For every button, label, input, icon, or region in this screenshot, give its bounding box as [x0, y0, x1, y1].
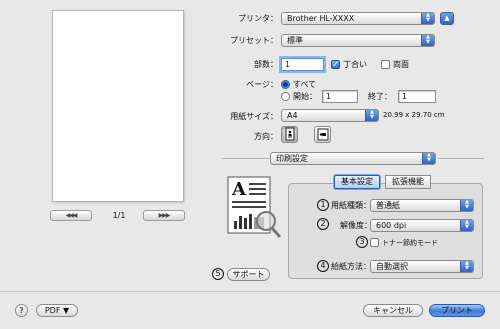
paper-source-label: 給紙方法：	[331, 262, 371, 271]
callout-number-4: 4	[317, 260, 329, 272]
copies-label: 部数：	[254, 60, 278, 69]
first-page-icon[interactable]: ◀◀	[66, 212, 74, 219]
callout-number-1: 1	[317, 199, 329, 211]
media-type-value: 普通紙	[376, 201, 400, 210]
orientation-label: 方向：	[254, 132, 278, 141]
copies-input[interactable]: 1	[281, 58, 324, 71]
popup-arrows-icon: ▲ ▼	[421, 35, 434, 46]
pages-from-label: 開始：	[293, 92, 317, 101]
duplex-checkbox[interactable]	[381, 60, 390, 69]
collate-label: 丁合い	[343, 60, 367, 69]
footer-divider	[0, 291, 500, 292]
svg-text:A: A	[231, 179, 247, 200]
resolution-value: 600 dpi	[376, 221, 407, 230]
portrait-button[interactable]	[281, 126, 298, 143]
duplex-label: 両面	[393, 60, 409, 69]
resolution-label: 解像度：	[340, 221, 372, 230]
pages-from-input[interactable]: 1	[322, 90, 358, 103]
paper-size-label: 用紙サイズ：	[230, 112, 278, 121]
paper-size-popup[interactable]: A4 ▲ ▼	[281, 109, 379, 122]
panel-popup[interactable]: 印刷設定 ▲ ▼	[270, 152, 436, 165]
preset-label: プリセット：	[230, 36, 278, 45]
toner-save-checkbox[interactable]	[370, 238, 379, 247]
popup-arrows-icon: ▲ ▼	[421, 13, 434, 24]
brother-printer-settings-icon: A	[226, 175, 284, 241]
callout-number-3: 3	[356, 236, 368, 248]
resolution-popup[interactable]: 600 dpi ▲ ▼	[370, 219, 474, 232]
prev-page-buttons[interactable]: ◀◀◀	[50, 210, 92, 221]
landscape-orientation-icon	[317, 128, 329, 141]
popup-arrows-icon: ▲ ▼	[422, 153, 435, 164]
pages-range-radio[interactable]	[281, 92, 290, 101]
printer-label: プリンタ：	[238, 14, 278, 23]
tab-advanced-settings[interactable]: 拡張機能	[385, 175, 431, 189]
support-button[interactable]: サポート	[227, 268, 270, 281]
print-preview-page	[52, 10, 184, 202]
popup-arrows-icon: ▲ ▼	[460, 220, 473, 231]
help-button[interactable]: ?	[15, 304, 28, 317]
section-divider	[222, 158, 270, 159]
printer-value: Brother HL-XXXX	[287, 14, 355, 23]
paper-size-value: A4	[287, 111, 298, 120]
collate-checkbox[interactable]: ✓	[331, 60, 340, 69]
disclosure-button[interactable]: ▲	[440, 12, 454, 25]
pages-all-label: すべて	[293, 80, 317, 89]
printer-popup[interactable]: Brother HL-XXXX ▲ ▼	[281, 12, 435, 25]
page-counter: 1/1	[112, 211, 126, 220]
tab-basic-settings[interactable]: 基本設定	[334, 175, 380, 189]
pages-label: ページ：	[246, 80, 278, 89]
media-type-popup[interactable]: 普通紙 ▲ ▼	[370, 199, 474, 212]
disclosure-triangle-icon: ▲	[444, 14, 450, 22]
media-type-label: 用紙種類：	[331, 201, 371, 210]
paper-source-value: 自動選択	[376, 262, 408, 271]
pdf-menu-button[interactable]: PDF ▼	[36, 304, 78, 317]
preset-popup[interactable]: 標準 ▲ ▼	[281, 34, 435, 47]
toner-save-label: トナー節約モード	[382, 239, 438, 247]
section-divider	[438, 158, 484, 159]
preset-value: 標準	[287, 36, 303, 45]
landscape-button[interactable]	[314, 126, 331, 143]
pages-all-radio[interactable]	[281, 80, 290, 89]
callout-number-5: 5	[212, 268, 224, 280]
popup-arrows-icon: ▲ ▼	[460, 261, 473, 272]
pages-to-label: 終了：	[368, 92, 392, 101]
paper-dimensions: 20.99 x 29.70 cm	[383, 111, 445, 119]
popup-arrows-icon: ▲ ▼	[365, 110, 378, 121]
next-page-buttons[interactable]: ▶▶▶	[143, 210, 185, 221]
last-page-icon[interactable]: ▶▶	[162, 212, 170, 219]
preview-pager: ◀◀◀ 1/1 ▶▶▶	[50, 210, 185, 222]
print-button[interactable]: プリント	[429, 304, 485, 317]
callout-number-2: 2	[317, 218, 329, 230]
pages-to-input[interactable]: 1	[398, 90, 436, 103]
portrait-orientation-icon	[285, 127, 295, 141]
panel-value: 印刷設定	[276, 154, 308, 163]
prev-page-icon[interactable]: ◀	[73, 212, 78, 219]
popup-arrows-icon: ▲ ▼	[460, 200, 473, 211]
paper-source-popup[interactable]: 自動選択 ▲ ▼	[370, 260, 474, 273]
cancel-button[interactable]: キャンセル	[363, 304, 423, 317]
